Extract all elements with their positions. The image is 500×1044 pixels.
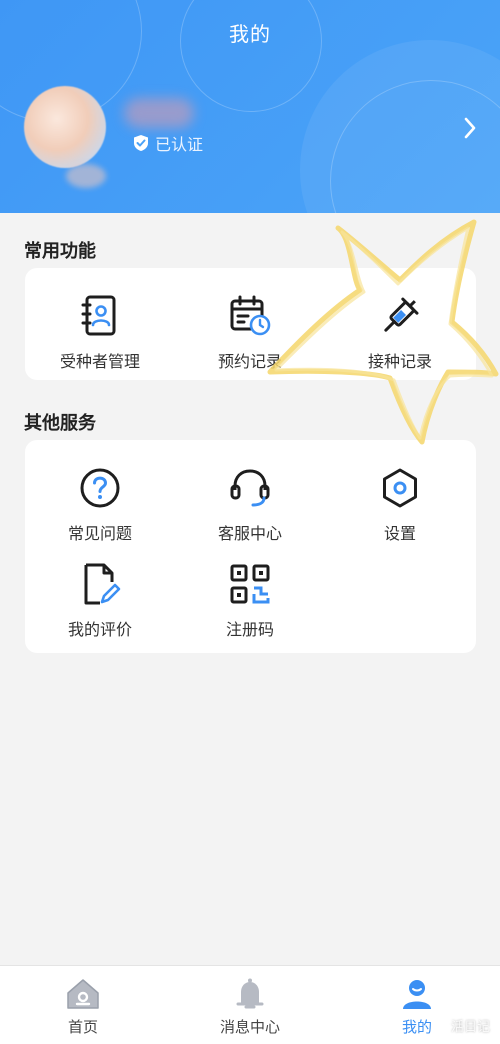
- watermark: 活日记: [450, 1020, 490, 1035]
- section-title-common: 常用功能: [24, 241, 96, 262]
- grid-item-settings[interactable]: 设置: [325, 466, 475, 544]
- grid-item-label: 客服中心: [217, 524, 282, 543]
- bottom-tab-bar: 首页 消息中心 我的: [0, 965, 500, 1044]
- home-icon: [67, 979, 99, 1009]
- grid-item-label: 我的评价: [67, 620, 132, 639]
- common-functions-card: 受种者管理 预约记录 接种记录: [25, 268, 476, 380]
- syringe-icon: [384, 297, 419, 332]
- tab-label: 首页: [67, 1018, 98, 1036]
- grid-item-label: 设置: [383, 524, 416, 543]
- headset-icon: [230, 469, 270, 507]
- qr-code-icon: [230, 564, 270, 604]
- grid-item-customer-service[interactable]: 客服中心: [175, 466, 325, 544]
- calendar-clock-icon: [230, 295, 271, 336]
- user-icon: [403, 980, 431, 1009]
- chevron-right-icon[interactable]: [458, 116, 482, 140]
- grid-item-appointment-records[interactable]: 预约记录: [175, 294, 325, 372]
- hexagon-gear-icon: [383, 468, 417, 508]
- tab-home[interactable]: 首页: [0, 966, 166, 1044]
- tab-label: 消息中心: [219, 1018, 280, 1036]
- verified-label: 已认证: [155, 135, 204, 154]
- tab-messages[interactable]: 消息中心: [167, 966, 333, 1044]
- profile-header: 我的 已认证: [0, 0, 500, 213]
- verified-badge: 已认证: [133, 131, 203, 155]
- header-decoration: [180, 0, 322, 112]
- grid-item-label: 接种记录: [367, 352, 432, 371]
- person-card-icon: [81, 295, 116, 336]
- grid-item-vaccination-records[interactable]: 接种记录: [325, 294, 475, 372]
- shield-check-icon: [134, 135, 148, 151]
- document-pen-icon: [84, 563, 121, 605]
- page-title: 我的: [229, 22, 271, 46]
- grid-item-faq[interactable]: 常见问题: [25, 466, 175, 544]
- avatar-decoration: [66, 164, 106, 188]
- grid-item-my-reviews[interactable]: 我的评价: [25, 562, 175, 640]
- other-services-card: 常见问题 客服中心 设置 我的评价 注册码: [25, 440, 476, 653]
- avatar[interactable]: [24, 86, 106, 168]
- grid-item-label: 常见问题: [67, 524, 132, 543]
- grid-item-label: 注册码: [225, 620, 274, 639]
- grid-item-label: 受种者管理: [59, 352, 140, 371]
- grid-item-label: 预约记录: [217, 352, 282, 371]
- bell-icon: [236, 978, 264, 1009]
- grid-item-registration-code[interactable]: 注册码: [175, 562, 325, 640]
- grid-item-recipient-management[interactable]: 受种者管理: [25, 294, 175, 372]
- section-title-other: 其他服务: [24, 413, 96, 434]
- user-name-blurred: [124, 98, 194, 128]
- question-circle-icon: [80, 468, 120, 508]
